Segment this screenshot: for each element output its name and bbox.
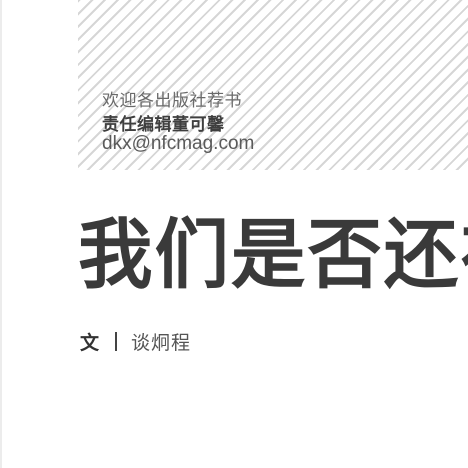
- page-edge-rule: [0, 0, 2, 468]
- byline-author: 谈炯程: [131, 331, 192, 354]
- magazine-page: 欢迎各出版社荐书 责任编辑董可馨 dkx@nfcmag.com 我们是否还在深 …: [0, 0, 468, 468]
- byline-label: 文: [80, 331, 100, 354]
- byline: 文 谈炯程: [80, 328, 191, 354]
- article-headline: 我们是否还在深: [78, 210, 468, 299]
- editor-credit: 责任编辑董可馨: [102, 115, 225, 135]
- editor-email: dkx@nfcmag.com: [102, 133, 255, 154]
- byline-divider: [115, 331, 118, 351]
- welcome-note: 欢迎各出版社荐书: [102, 91, 242, 111]
